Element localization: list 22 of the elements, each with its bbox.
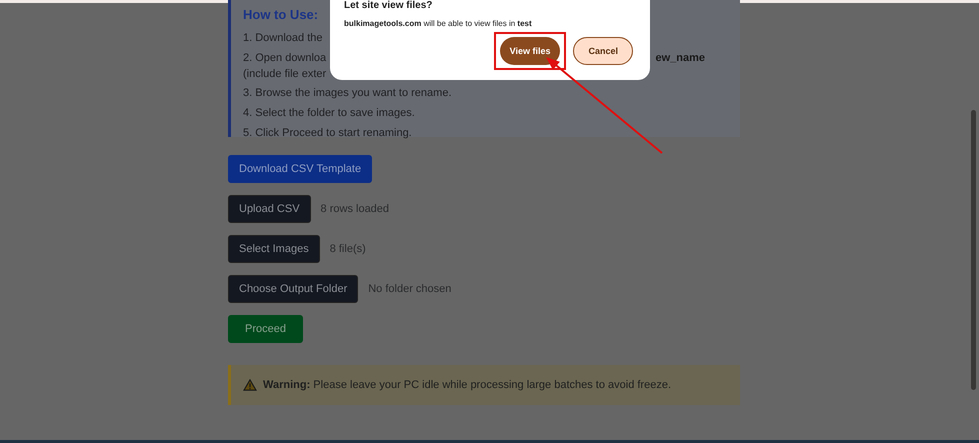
action-button[interactable]: Upload CSV [228, 195, 311, 223]
download-button[interactable]: Download CSV Template [228, 155, 372, 183]
instruction-text: ew_name [655, 51, 705, 66]
instruction-text: 5. Click Proceed to start renaming. [243, 126, 412, 141]
instruction-text: (include file exter [243, 68, 326, 82]
cancel-button[interactable]: Cancel [573, 37, 633, 65]
dialog-message: bulkimagetools.com will be able to view files in test [344, 19, 533, 28]
proceed-button[interactable]: Proceed [228, 315, 303, 343]
instruction-text: 3. Browse the images you want to rename. [243, 86, 452, 101]
action-button[interactable]: Select Images [228, 235, 320, 263]
warning-text: Warning: Please leave your PC idle while processing large batches to avoid freeze. [263, 379, 672, 391]
status-text: 8 file(s) [330, 243, 366, 255]
view-files-button[interactable]: View files [500, 37, 560, 65]
instruction-text: 2. Open downloa [243, 51, 326, 66]
warning-icon [243, 379, 257, 391]
status-text: No folder chosen [368, 283, 452, 295]
instruction-text: 4. Select the folder to save images. [243, 106, 415, 121]
instruction-text: 1. Download the [243, 31, 322, 46]
status-text: 8 rows loaded [320, 203, 390, 215]
action-button[interactable]: Choose Output Folder [228, 275, 358, 303]
instructions-heading: How to Use: [243, 7, 320, 22]
dialog-title: Let site view files? [344, 0, 434, 12]
